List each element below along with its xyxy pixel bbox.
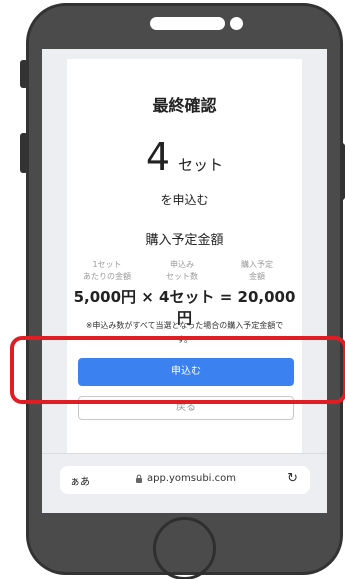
stage: 最終確認 4 セット を申込む 購入予定金額 1セット あたりの金額 申込み セッ… — [0, 0, 345, 579]
phone-camera — [230, 17, 243, 30]
url-text: app.yomsubi.com — [147, 473, 236, 484]
apply-label: を申込む — [160, 193, 209, 207]
quantity-unit: セット — [178, 156, 224, 174]
page-title: 最終確認 — [152, 96, 217, 115]
reload-icon[interactable]: ↻ — [287, 471, 298, 486]
browser-toolbar: ぁあ app.yomsubi.com ↻ — [42, 453, 327, 513]
column-label-set-count: 申込み セット数 — [152, 259, 212, 283]
expected-amount-title: 購入予定金額 — [145, 233, 224, 248]
purchase-note: ※申込み数がすべて当選となった場合の購入予定金額です。 — [85, 321, 284, 344]
column-label-line: あたりの金額 — [83, 272, 131, 281]
column-label-line: セット数 — [166, 272, 198, 281]
home-button[interactable] — [153, 517, 216, 579]
address-bar[interactable]: ぁあ app.yomsubi.com ↻ — [60, 466, 310, 494]
back-button[interactable]: 戻る — [78, 396, 294, 420]
column-label-line: 購入予定 — [241, 260, 273, 269]
column-label-line: 1セット — [92, 260, 122, 269]
quantity-value: 4 — [145, 135, 171, 179]
lock-icon — [136, 474, 142, 483]
quantity-display: 4 セット — [67, 135, 302, 179]
column-label-line: 金額 — [249, 272, 265, 281]
column-label-unit-price: 1セット あたりの金額 — [77, 259, 137, 283]
phone-speaker — [150, 17, 225, 30]
url-display[interactable]: app.yomsubi.com — [135, 473, 236, 484]
apply-button[interactable]: 申込む — [78, 358, 294, 386]
column-label-total: 購入予定 金額 — [227, 259, 287, 283]
text-size-button[interactable]: ぁあ — [70, 473, 90, 488]
phone-screen: 最終確認 4 セット を申込む 購入予定金額 1セット あたりの金額 申込み セッ… — [42, 49, 327, 513]
confirmation-card: 最終確認 4 セット を申込む 購入予定金額 1セット あたりの金額 申込み セッ… — [67, 59, 302, 497]
column-label-line: 申込み — [170, 260, 194, 269]
